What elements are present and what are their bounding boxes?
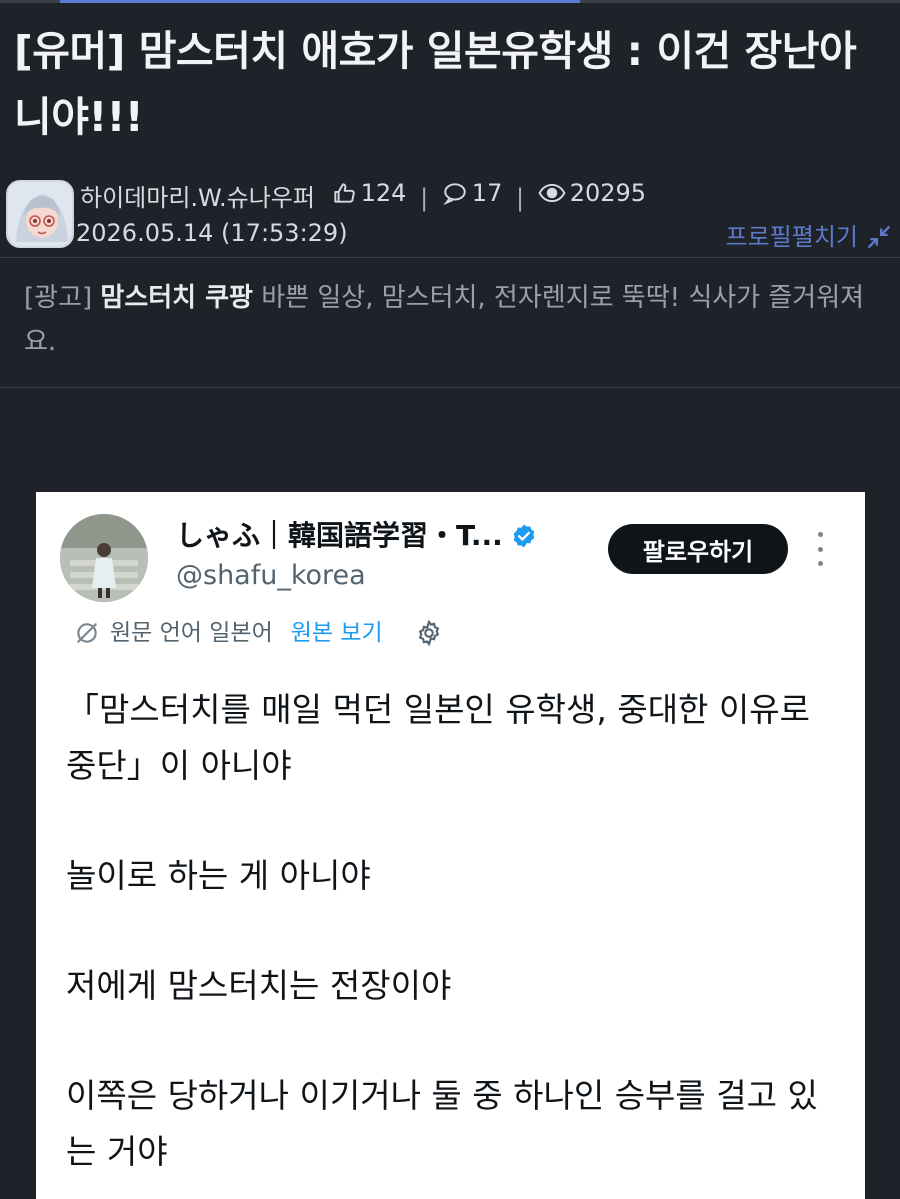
translate-icon: [77, 623, 97, 643]
tweet-body: 「맘스터치를 매일 먹던 일본인 유학생, 중대한 이유로 중단」이 아니야 놀…: [66, 682, 846, 1199]
view-count: 20295: [569, 179, 647, 207]
translation-bar: 원문 언어 일본어 원본 보기: [74, 616, 443, 650]
collapse-arrows-icon: [868, 226, 890, 248]
author-avatar[interactable]: [6, 180, 74, 248]
tweet-paragraph: 놀이로 하는 게 아니야: [66, 856, 371, 895]
verified-badge-icon: [513, 524, 535, 548]
divider: [0, 387, 900, 388]
post-page: [유머] 맘스터치 애호가 일본유학생 : 이건 장난아니야!!! 하이데마리.…: [0, 0, 900, 1199]
settings-gear-icon[interactable]: [415, 619, 443, 647]
comment-icon: [443, 183, 466, 206]
tweet-author-name[interactable]: しゃふ｜韓国語学習・T...: [176, 518, 537, 554]
progress-line: [0, 0, 900, 3]
like-count: 124: [360, 179, 407, 207]
view-stat: 20295: [538, 176, 646, 210]
divider: [0, 257, 900, 258]
post-title: [유머] 맘스터치 애호가 일본유학생 : 이건 장난아니야!!!: [14, 27, 857, 141]
profile-toggle-label: 프로필펼치기: [725, 223, 858, 251]
tweet-author-handle[interactable]: @shafu_korea: [176, 558, 366, 594]
ad-banner[interactable]: [광고] 맘스터치 쿠팡 바쁜 일상, 맘스터치, 전자렌지로 뚝딱! 식사가 …: [24, 276, 884, 364]
tweet-paragraph: 이쪽은 당하거나 이기거나 둘 중 하나인 승부를 걸고 있는 거야: [66, 1076, 818, 1171]
more-vert-icon[interactable]: [814, 532, 826, 566]
ad-label: [광고]: [24, 283, 93, 313]
profile-expand-toggle[interactable]: 프로필펼치기: [726, 220, 892, 254]
view-original-link[interactable]: 원본 보기: [291, 616, 383, 650]
tweet-paragraph: 「맘스터치를 매일 먹던 일본인 유학생, 중대한 이유로 중단」이 아니야: [66, 690, 810, 785]
thumbs-up-icon: [333, 183, 355, 203]
post-datetime: 2026.05.14 (17:53:29): [76, 219, 348, 247]
comment-count: 17: [471, 179, 503, 207]
tweet-card: しゃふ｜韓国語学習・T... @shafu_korea 팔로우하기 원문 언어 …: [36, 492, 865, 1199]
author-name[interactable]: 하이데마리.W.슈나우퍼: [80, 184, 315, 212]
ad-brand[interactable]: 맘스터치 쿠팡: [100, 283, 253, 313]
comment-stat: 17: [442, 176, 503, 210]
author-stats-line: 하이데마리.W.슈나우퍼 124 | 17 | 20295: [80, 176, 646, 215]
eye-icon: [538, 183, 566, 203]
tweet-author-avatar[interactable]: [60, 514, 148, 602]
original-language-label: 원문 언어 일본어: [110, 620, 273, 646]
follow-button[interactable]: 팔로우하기: [608, 524, 788, 574]
tweet-paragraph: 저에게 맘스터치는 전장이야: [66, 966, 452, 1005]
post-meta: 하이데마리.W.슈나우퍼 124 | 17 | 20295 2026.05.14…: [6, 176, 896, 252]
like-stat: 124: [331, 176, 407, 210]
